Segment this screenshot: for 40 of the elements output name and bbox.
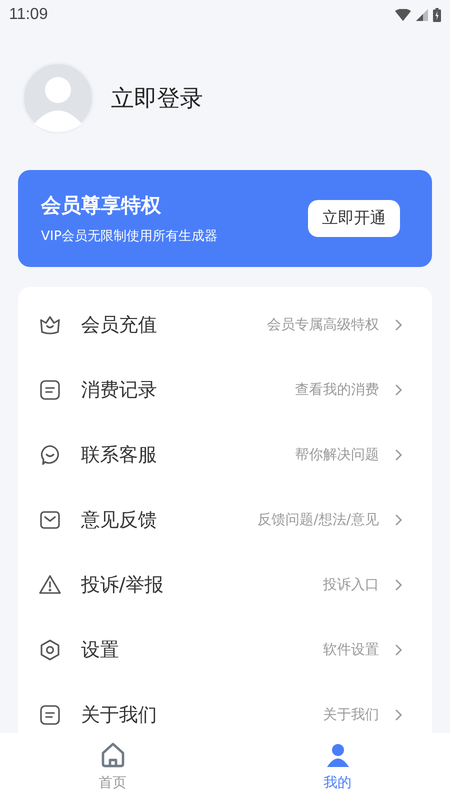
chevron-icon: [395, 578, 402, 590]
note-icon: [39, 704, 61, 726]
status-time: 11:09: [9, 6, 48, 24]
chevron-icon: [395, 644, 402, 656]
chevron-icon: [395, 708, 402, 720]
menu-label[interactable]: 关于我们: [81, 702, 157, 728]
menu-hint: 关于我们: [323, 706, 379, 724]
note-icon: [39, 378, 61, 400]
menu-label[interactable]: 投诉/举报: [81, 572, 164, 598]
menu-label[interactable]: 意见反馈: [81, 506, 157, 532]
vip-title: 会员尊享特权: [41, 192, 162, 219]
chat-icon: [39, 444, 61, 466]
activate-button[interactable]: 立即开通: [308, 200, 400, 237]
wifi-icon: [395, 9, 411, 21]
menu-hint: 帮你解决问题: [295, 446, 379, 464]
chevron-icon: [395, 384, 402, 396]
menu-hint: 反馈问题/想法/意见: [258, 510, 379, 528]
home-icon: [100, 742, 126, 768]
chevron-icon: [395, 514, 402, 526]
chevron-icon: [395, 448, 402, 460]
crown-icon: [39, 314, 61, 336]
person-icon: [324, 742, 350, 768]
menu-label[interactable]: 消费记录: [81, 376, 157, 402]
chevron-icon: [395, 318, 402, 330]
nav-tab[interactable]: 我的: [225, 733, 450, 800]
menu-label[interactable]: 会员充值: [81, 312, 157, 338]
menu-hint: 会员专属高级特权: [267, 316, 379, 334]
avatar-icon[interactable]: [22, 62, 94, 134]
menu-hint: 软件设置: [323, 640, 379, 658]
login-link[interactable]: 立即登录: [111, 82, 203, 114]
vip-subtitle: VIP会员无限制使用所有生成器: [41, 228, 218, 245]
menu-label[interactable]: 联系客服: [81, 442, 157, 468]
menu-label[interactable]: 设置: [81, 636, 119, 662]
signal-icon: [416, 9, 428, 21]
mail-icon: [39, 508, 61, 530]
menu-hint: 投诉入口: [323, 576, 379, 594]
battery-icon: [433, 8, 441, 22]
warning-icon: [39, 574, 61, 596]
menu-hint: 查看我的消费: [295, 380, 379, 398]
settings-icon: [39, 638, 61, 660]
